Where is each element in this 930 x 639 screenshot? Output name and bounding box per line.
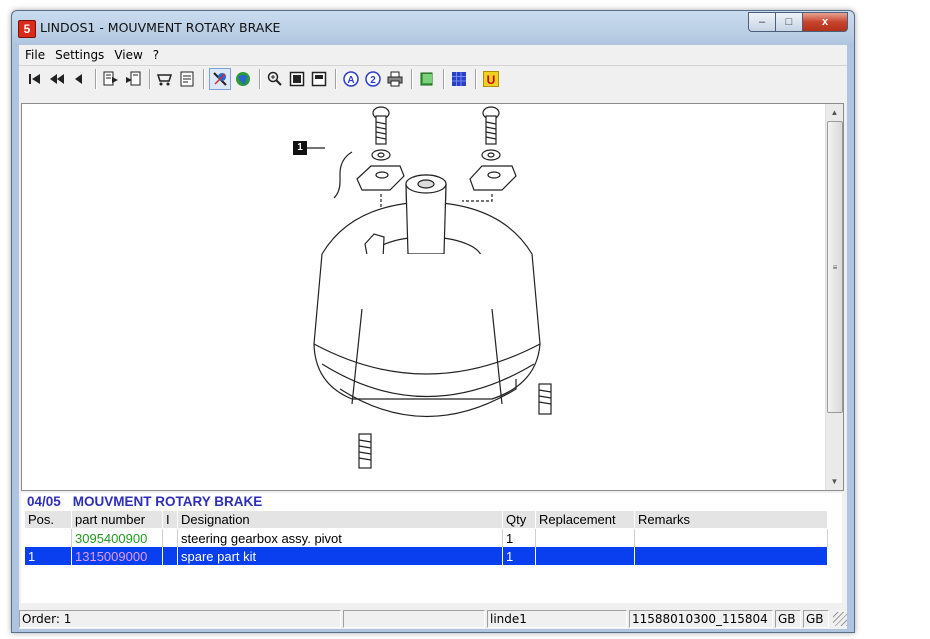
zoom-in-icon[interactable] [265, 69, 285, 89]
toolbar-separator [443, 69, 445, 89]
vertical-scrollbar[interactable]: ▲ ≡ ▼ [825, 104, 843, 490]
cart-icon[interactable] [155, 69, 175, 89]
cell-qty: 1 [502, 547, 536, 565]
client-area: File Settings View ? A 2 U 1 ▲ ≡ ▼ 04/05… [19, 45, 847, 629]
status-order: Order: 1 [19, 610, 341, 628]
col-remarks[interactable]: Remarks [634, 511, 828, 529]
grid-icon[interactable] [449, 69, 469, 89]
toolbar: A 2 U [19, 65, 847, 92]
prev-fast-icon[interactable] [47, 69, 67, 89]
toolbar-separator [203, 69, 205, 89]
col-designation[interactable]: Designation [177, 511, 503, 529]
cell-i [162, 547, 178, 565]
table-row[interactable]: 3095400900 steering gearbox assy. pivot … [25, 528, 828, 547]
book-icon[interactable] [417, 69, 437, 89]
parts-list-heading: 04/05 MOUVMENT ROTARY BRAKE [21, 493, 842, 511]
scroll-down-arrow-icon[interactable]: ▼ [826, 473, 843, 490]
app-window: 5 LINDOS1 - MOUVMENT ROTARY BRAKE – □ x … [11, 10, 855, 633]
cell-designation: steering gearbox assy. pivot [177, 528, 503, 547]
col-replacement[interactable]: Replacement [535, 511, 635, 529]
toolbar-separator [259, 69, 261, 89]
page-width-icon[interactable] [309, 69, 329, 89]
window-title: LINDOS1 - MOUVMENT ROTARY BRAKE [40, 20, 281, 35]
toolbar-separator [475, 69, 477, 89]
page-number: 04/05 [27, 494, 61, 509]
erase-icon[interactable] [209, 68, 231, 90]
scroll-up-arrow-icon[interactable]: ▲ [826, 104, 843, 121]
cell-replacement [535, 547, 635, 565]
status-language-2: GB [803, 610, 829, 628]
menu-bar: File Settings View ? [19, 45, 847, 65]
parts-table: Pos. part number I Designation Qty Repla… [25, 511, 828, 565]
cell-remarks [634, 528, 828, 547]
globe-icon[interactable] [233, 69, 253, 89]
cell-replacement [535, 528, 635, 547]
status-language-1: GB [775, 610, 801, 628]
scroll-thumb[interactable]: ≡ [827, 121, 843, 413]
svg-text:U: U [487, 73, 496, 87]
status-blank [343, 610, 485, 628]
u-icon[interactable]: U [481, 69, 501, 89]
table-row-selected[interactable]: 1 1315009000 spare part kit 1 [25, 547, 828, 565]
col-i[interactable]: I [162, 511, 178, 529]
status-user: linde1 [487, 610, 627, 628]
col-qty[interactable]: Qty [502, 511, 536, 529]
minimize-button[interactable]: – [748, 12, 776, 32]
menu-file[interactable]: File [21, 48, 51, 62]
rotary-brake-drawing [307, 106, 552, 469]
close-button[interactable]: x [802, 12, 848, 32]
title-bar[interactable]: 5 LINDOS1 - MOUVMENT ROTARY BRAKE – □ x [12, 11, 854, 45]
resize-grip-icon[interactable] [833, 612, 847, 626]
status-bar: Order: 1 linde1 11588010300_115804 GB GB [19, 609, 847, 629]
menu-view[interactable]: View [110, 48, 148, 62]
maximize-button[interactable]: □ [775, 12, 803, 32]
app-icon: 5 [18, 20, 36, 38]
exploded-drawing-view[interactable]: 1 ▲ ≡ ▼ [21, 103, 844, 491]
col-part-number[interactable]: part number [71, 511, 163, 529]
cell-part-number[interactable]: 1315009000 [71, 547, 163, 565]
annotation-a-icon[interactable]: A [341, 69, 361, 89]
table-header-row: Pos. part number I Designation Qty Repla… [25, 511, 828, 529]
cell-part-number[interactable]: 3095400900 [71, 528, 163, 547]
menu-help[interactable]: ? [149, 48, 165, 62]
callout-label[interactable]: 1 [293, 141, 307, 155]
cell-pos: 1 [25, 547, 72, 565]
cell-qty: 1 [502, 528, 536, 547]
fit-page-icon[interactable] [287, 69, 307, 89]
toolbar-separator [411, 69, 413, 89]
cell-remarks [634, 547, 828, 565]
first-page-icon[interactable] [25, 69, 45, 89]
toolbar-separator [95, 69, 97, 89]
annotation-2-icon[interactable]: 2 [363, 69, 383, 89]
toolbar-separator [335, 69, 337, 89]
cell-i [162, 528, 178, 547]
notepad-icon[interactable] [177, 69, 197, 89]
window-controls: – □ x [748, 12, 848, 32]
export-icon[interactable] [101, 69, 121, 89]
cell-designation: spare part kit [177, 547, 503, 565]
svg-text:A: A [347, 75, 354, 86]
cell-pos [25, 528, 72, 547]
import-icon[interactable] [123, 69, 143, 89]
print-icon[interactable] [385, 69, 405, 89]
menu-settings[interactable]: Settings [51, 48, 110, 62]
svg-text:2: 2 [370, 75, 376, 86]
prev-icon[interactable] [69, 69, 89, 89]
assembly-title: MOUVMENT ROTARY BRAKE [72, 494, 263, 509]
col-pos[interactable]: Pos. [25, 511, 72, 529]
parts-list-panel: 04/05 MOUVMENT ROTARY BRAKE Pos. part num… [21, 493, 842, 603]
toolbar-separator [149, 69, 151, 89]
status-document: 11588010300_115804 [629, 610, 773, 628]
